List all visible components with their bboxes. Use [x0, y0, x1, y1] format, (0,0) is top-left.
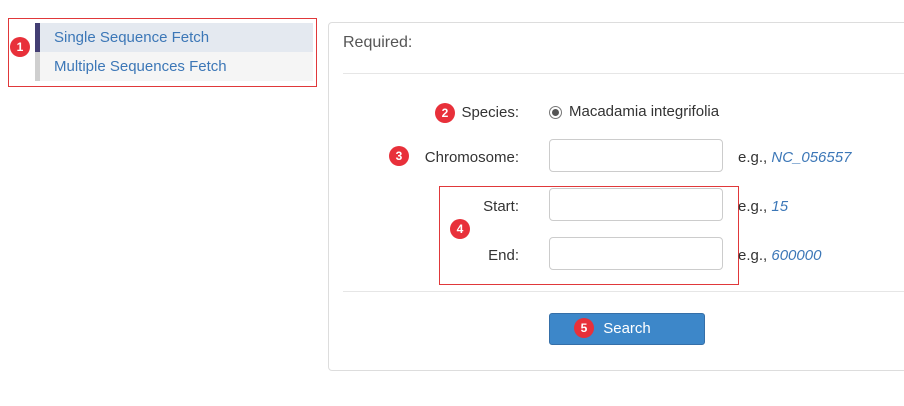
species-option-label: Macadamia integrifolia — [569, 103, 720, 120]
end-example-prefix: e.g., — [738, 247, 768, 264]
end-input[interactable] — [549, 237, 723, 270]
chromosome-example-value: NC_056557 — [771, 149, 852, 166]
chromosome-label: Chromosome: — [424, 149, 519, 166]
start-example-prefix: e.g., — [738, 198, 768, 215]
fetch-panel: Required: 2 Species: Macadamia integrifo… — [328, 22, 904, 371]
badge-5: 5 — [574, 318, 594, 338]
species-radio[interactable] — [549, 106, 562, 119]
species-label: Species: — [461, 104, 519, 121]
panel-title: Required: — [343, 34, 413, 51]
start-label: Start: — [483, 198, 519, 215]
badge-1: 1 — [10, 37, 30, 57]
end-example-value: 600000 — [771, 247, 822, 264]
nav-highlight-box: 1 Single Sequence Fetch Multiple Sequenc… — [8, 18, 317, 87]
divider-bottom — [343, 291, 904, 292]
start-input[interactable] — [549, 188, 723, 221]
start-example-value: 15 — [771, 198, 789, 215]
badge-3: 3 — [389, 146, 409, 166]
chromosome-example-prefix: e.g., — [738, 149, 768, 166]
start-example: e.g., 15 — [738, 198, 788, 215]
end-label: End: — [488, 247, 519, 264]
search-button-label: Search — [603, 320, 651, 337]
end-example: e.g., 600000 — [738, 247, 821, 264]
divider-top — [343, 73, 904, 74]
badge-4: 4 — [450, 219, 470, 239]
nav-item-multiple-sequences-fetch[interactable]: Multiple Sequences Fetch — [35, 52, 313, 81]
chromosome-input[interactable] — [549, 139, 723, 172]
search-button[interactable]: Search — [549, 313, 705, 345]
nav-item-single-sequence-fetch[interactable]: Single Sequence Fetch — [35, 23, 313, 52]
chromosome-example: e.g., NC_056557 — [738, 149, 851, 166]
